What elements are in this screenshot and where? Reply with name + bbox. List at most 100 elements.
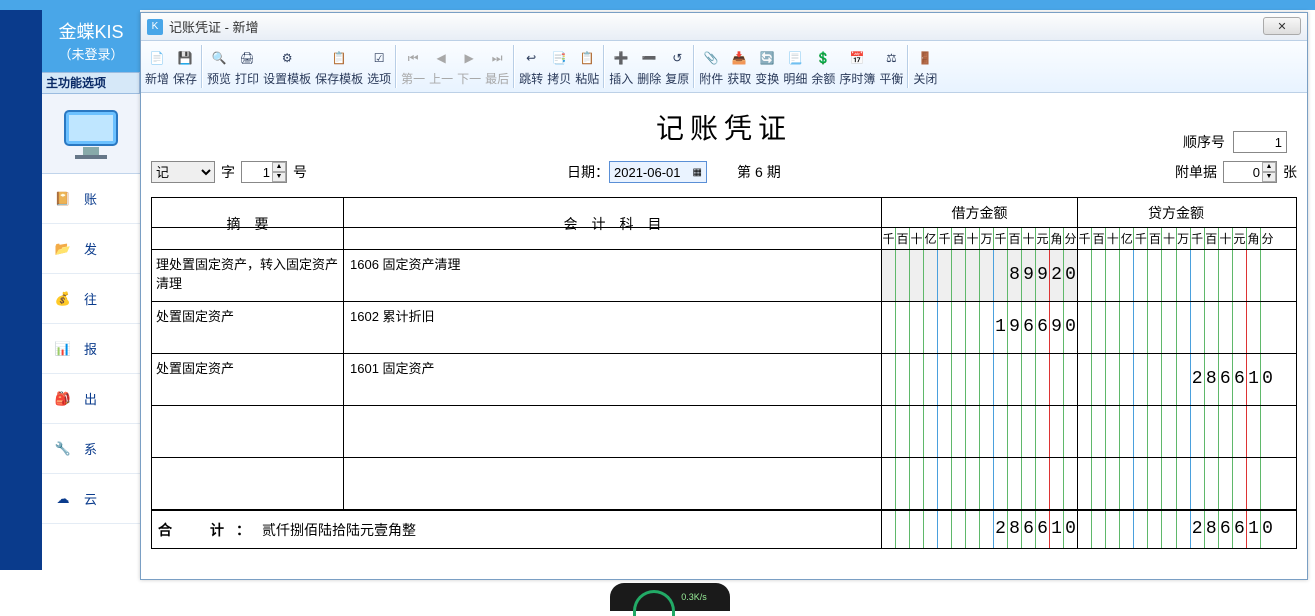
voucher-row[interactable]: [152, 458, 1296, 510]
cell-summary[interactable]: [152, 406, 344, 457]
seq-input[interactable]: [1233, 131, 1287, 153]
toolbar-seq-button[interactable]: 📅序时簿: [837, 41, 877, 92]
spin-up[interactable]: ▲: [272, 162, 286, 172]
toolbar-detail-button[interactable]: 📃明细: [781, 41, 809, 92]
spin-down[interactable]: ▼: [272, 172, 286, 182]
cell-account[interactable]: [344, 406, 882, 457]
nav-item-5[interactable]: 🔧系: [42, 424, 140, 474]
digit-cell: 0: [1261, 511, 1274, 548]
toolbar-change-button[interactable]: 🔄变换: [753, 41, 781, 92]
digit-cell: [1219, 458, 1233, 509]
detail-icon: 📃: [788, 46, 803, 70]
digit-header: 千: [1134, 228, 1148, 249]
app-icon: K: [147, 19, 163, 35]
digit-cell: [1148, 354, 1162, 405]
nav-item-0[interactable]: 📔账: [42, 174, 140, 224]
cell-debit[interactable]: 196690: [882, 302, 1078, 353]
cell-account[interactable]: 1601 固定资产: [344, 354, 882, 405]
cell-credit[interactable]: [1078, 458, 1274, 509]
toolbar-copy-button[interactable]: 📑拷贝: [545, 41, 573, 92]
digit-cell: [1219, 250, 1233, 301]
digit-cell: [910, 511, 924, 548]
toolbar-delete-button[interactable]: ➖删除: [635, 41, 663, 92]
spin-up[interactable]: ▲: [1262, 162, 1276, 172]
voucher-type-select[interactable]: 记: [151, 161, 215, 183]
cell-debit[interactable]: [882, 354, 1078, 405]
voucher-row[interactable]: [152, 406, 1296, 458]
toolbar-save-button[interactable]: 💾保存: [171, 41, 199, 92]
cell-debit[interactable]: [882, 458, 1078, 509]
cell-summary[interactable]: 处置固定资产: [152, 302, 344, 353]
cell-credit[interactable]: [1078, 302, 1274, 353]
monitor-icon: [42, 94, 140, 174]
nav-label: 报: [84, 339, 97, 358]
cell-debit[interactable]: [882, 406, 1078, 457]
toolbar-fetch-button[interactable]: 📥获取: [725, 41, 753, 92]
spin-down[interactable]: ▼: [1262, 172, 1276, 182]
toolbar-balance-button[interactable]: 💲余额: [809, 41, 837, 92]
toolbar-label: 设置模板: [263, 70, 311, 87]
toolbar-insert-button[interactable]: ➕插入: [607, 41, 635, 92]
digit-cell: [1205, 250, 1219, 301]
cell-credit[interactable]: [1078, 406, 1274, 457]
cell-account[interactable]: [344, 458, 882, 509]
cell-credit[interactable]: 286610: [1078, 354, 1274, 405]
digit-cell: [1134, 406, 1148, 457]
calendar-icon: ▦: [693, 167, 702, 178]
voucher-row[interactable]: 处置固定资产1601 固定资产 286610: [152, 354, 1296, 406]
nav-item-6[interactable]: ☁云: [42, 474, 140, 524]
toolbar-options-button[interactable]: ☑选项: [365, 41, 393, 92]
toolbar-paste-button[interactable]: 📋粘贴: [573, 41, 601, 92]
digit-cell: [1177, 302, 1191, 353]
toolbar-setTpl-button[interactable]: ⚙设置模板: [261, 41, 313, 92]
date-picker[interactable]: 2021-06-01 ▦: [609, 161, 707, 183]
digit-cell: [966, 458, 980, 509]
digit-cell: [1022, 354, 1036, 405]
toolbar-label: 删除: [637, 70, 661, 87]
digit-cell: [952, 354, 966, 405]
voucher-row[interactable]: 理处置固定资产，转入固定资产清理1606 固定资产清理89920: [152, 250, 1296, 302]
window-close-button[interactable]: ✕: [1263, 17, 1301, 35]
cell-summary[interactable]: [152, 458, 344, 509]
toolbar-label: 新增: [145, 70, 169, 87]
toolbar-attach-button[interactable]: 📎附件: [697, 41, 725, 92]
cell-account[interactable]: 1602 累计折旧: [344, 302, 882, 353]
main-tab[interactable]: 主功能选项: [42, 72, 140, 94]
digit-cell: 8: [1008, 250, 1022, 301]
digit-cell: [1092, 458, 1106, 509]
digit-cell: 6: [1233, 511, 1247, 548]
cell-summary[interactable]: 处置固定资产: [152, 354, 344, 405]
cell-credit[interactable]: [1078, 250, 1274, 301]
digit-cell: [1247, 250, 1261, 301]
nav-item-4[interactable]: 🎒出: [42, 374, 140, 424]
nav-item-1[interactable]: 📂发: [42, 224, 140, 274]
toolbar-print-button[interactable]: 🖨打印: [233, 41, 261, 92]
toolbar-balance2-button[interactable]: ⚖平衡: [877, 41, 905, 92]
toolbar-preview-button[interactable]: 🔍预览: [205, 41, 233, 92]
new-icon: 📄: [150, 46, 165, 70]
toolbar-restore-button[interactable]: ↺复原: [663, 41, 691, 92]
digit-cell: [924, 354, 938, 405]
toolbar-new-button[interactable]: 📄新增: [143, 41, 171, 92]
digit-cell: [1233, 458, 1247, 509]
digit-cell: [882, 302, 896, 353]
toolbar-saveTpl-button[interactable]: 📋保存模板: [313, 41, 365, 92]
nav-item-2[interactable]: 💰往: [42, 274, 140, 324]
toolbar-label: 粘贴: [575, 70, 599, 87]
toolbar-label: 预览: [207, 70, 231, 87]
toolbar-close-button[interactable]: 🚪关闭: [911, 41, 939, 92]
voucher-row[interactable]: 处置固定资产1602 累计折旧196690: [152, 302, 1296, 354]
digit-cell: [980, 250, 994, 301]
digit-cell: [1177, 354, 1191, 405]
digit-cell: [1092, 354, 1106, 405]
nav-item-3[interactable]: 📊报: [42, 324, 140, 374]
cell-summary[interactable]: 理处置固定资产，转入固定资产清理: [152, 250, 344, 301]
cell-account[interactable]: 1606 固定资产清理: [344, 250, 882, 301]
toolbar-label: 明细: [783, 70, 807, 87]
toolbar-label: 复原: [665, 70, 689, 87]
digit-cell: [882, 250, 896, 301]
digit-cell: [994, 354, 1008, 405]
toolbar-jump-button[interactable]: ↩跳转: [517, 41, 545, 92]
digit-cell: [1064, 406, 1077, 457]
cell-debit[interactable]: 89920: [882, 250, 1078, 301]
